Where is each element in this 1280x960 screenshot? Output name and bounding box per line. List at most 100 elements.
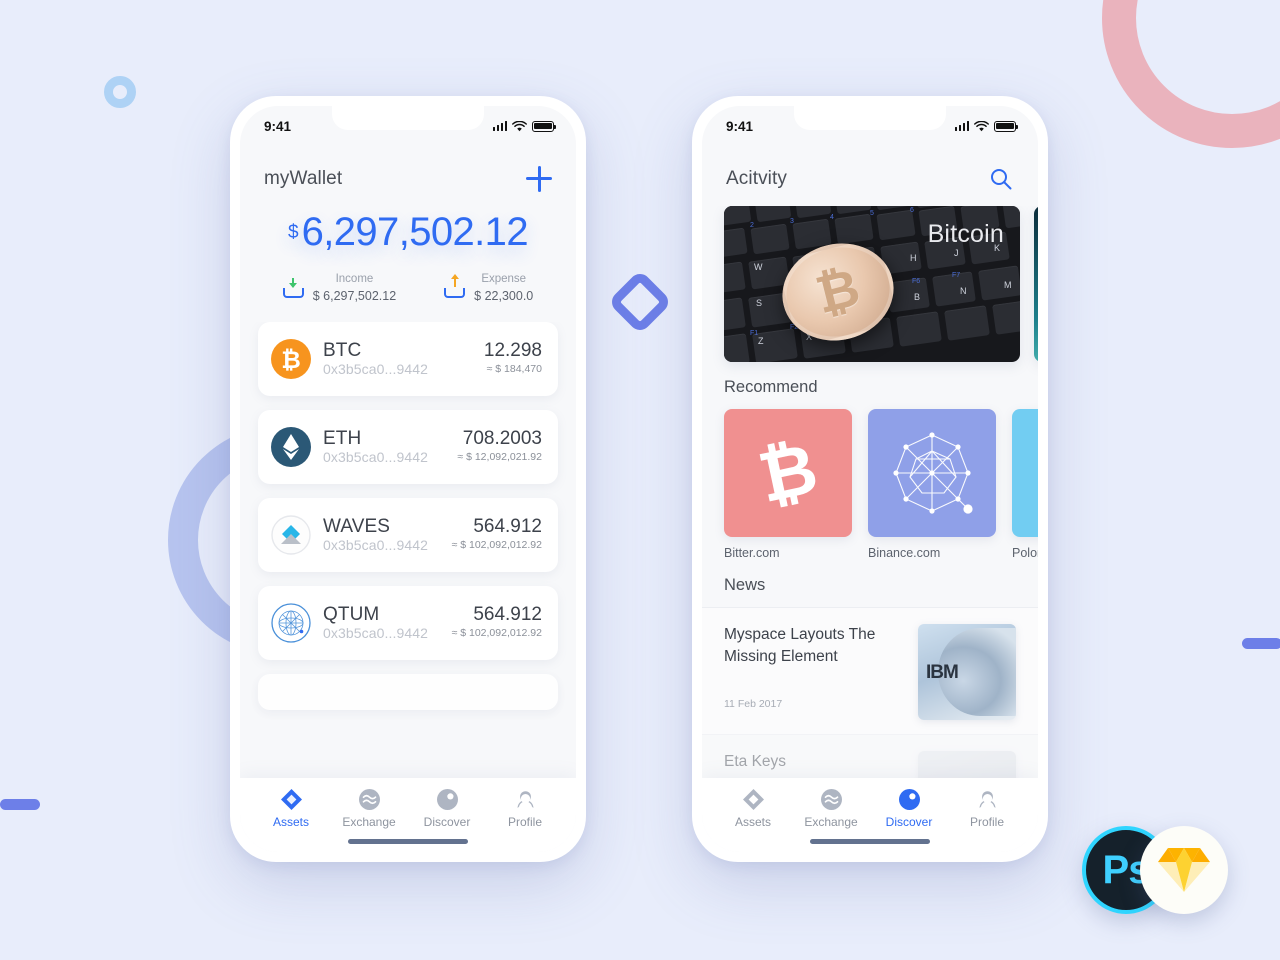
list-item[interactable]: Eta Keys xyxy=(702,734,1038,778)
table-row[interactable]: QTUM 0x3b5ca0...9442 564.912 ≈ $ 102,092… xyxy=(258,585,558,660)
asset-amount: 708.2003 xyxy=(462,428,542,450)
list-item[interactable]: Polonie xyxy=(1012,409,1038,560)
svg-text:₿: ₿ xyxy=(281,347,301,374)
income-tray-icon xyxy=(282,277,304,299)
tab-exchange[interactable]: Exchange xyxy=(792,788,870,829)
pink-ring-decoration xyxy=(1102,0,1280,148)
right-bar-decoration xyxy=(1242,638,1280,649)
status-bar: 9:41 xyxy=(240,106,576,146)
plus-icon[interactable] xyxy=(526,166,552,192)
eth-coin-icon xyxy=(271,426,311,467)
expense-summary: Expense $ 22,300.0 xyxy=(444,272,533,304)
asset-usd-value: ≈ $ 102,092,012.92 xyxy=(451,626,542,639)
recommend-list[interactable]: ₿ Bitter.com Binance.com Polo xyxy=(702,409,1038,560)
bottom-tab-bar: Assets Exchange Discover Profile xyxy=(702,778,1038,852)
banner-bitcoin[interactable]: W E S Z X H J K B N M 2 3 xyxy=(724,206,1020,362)
list-item[interactable]: ₿ Bitter.com xyxy=(724,409,852,560)
svg-text:₿: ₿ xyxy=(757,435,819,511)
tab-assets[interactable]: Assets xyxy=(252,788,330,829)
tab-assets[interactable]: Assets xyxy=(714,788,792,829)
discover-header: Acitvity xyxy=(702,146,1038,206)
tab-exchange[interactable]: Exchange xyxy=(330,788,408,829)
home-indicator[interactable] xyxy=(810,839,930,844)
table-row[interactable]: WAVES 0x3b5ca0...9442 564.912 ≈ $ 102,09… xyxy=(258,497,558,572)
binance-network-icon xyxy=(868,409,996,537)
phone-mockup-wallet: 9:41 myWallet $ 6,297,502.12 Income $ 6,… xyxy=(230,96,586,862)
news-title: Eta Keys xyxy=(724,753,787,770)
asset-symbol: WAVES xyxy=(323,516,391,538)
qtum-coin-icon xyxy=(271,603,311,643)
asset-list[interactable]: ₿ BTC 0x3b5ca0...9442 12.298 ≈ $ 184,470 xyxy=(240,321,576,778)
table-row-partial[interactable] xyxy=(258,673,558,710)
sketch-badge xyxy=(1140,826,1228,914)
recommend-name: Binance.com xyxy=(868,546,941,560)
page-title: Acitvity xyxy=(726,168,787,189)
asset-amount: 564.912 xyxy=(473,516,542,538)
tab-label: Assets xyxy=(272,815,309,829)
balance-section: $ 6,297,502.12 Income $ 6,297,502.12 Exp… xyxy=(240,206,576,322)
news-list[interactable]: Myspace Layouts The Missing Element 11 F… xyxy=(702,607,1038,778)
sketch-diamond-icon xyxy=(1158,848,1210,892)
profile-person-icon xyxy=(486,788,564,810)
discover-content[interactable]: W E S Z X H J K B N M 2 3 xyxy=(702,206,1038,778)
battery-icon xyxy=(994,120,1019,132)
tab-discover[interactable]: Discover xyxy=(408,788,486,829)
status-time: 9:41 xyxy=(264,118,292,134)
expense-value: $ 22,300.0 xyxy=(474,288,534,303)
assets-diamond-icon xyxy=(252,788,330,810)
banner-secondary[interactable] xyxy=(1034,206,1038,362)
banner-carousel[interactable]: W E S Z X H J K B N M 2 3 xyxy=(702,206,1038,362)
asset-amount: 12.298 xyxy=(483,340,542,362)
asset-symbol: BTC xyxy=(323,340,362,362)
tab-label: Discover xyxy=(423,815,471,829)
income-summary: Income $ 6,297,502.12 xyxy=(282,272,397,304)
diamond-outline-decoration xyxy=(607,269,673,335)
news-title: Myspace Layouts The Missing Element xyxy=(724,626,876,665)
signal-icon xyxy=(492,121,507,131)
assets-diamond-icon xyxy=(714,788,792,810)
status-bar: 9:41 xyxy=(702,106,1038,146)
battery-icon xyxy=(532,120,557,132)
signal-icon xyxy=(954,121,969,131)
bottom-tab-bar: Assets Exchange Discover Profile xyxy=(240,778,576,852)
canvas: 9:41 myWallet $ 6,297,502.12 Income $ 6,… xyxy=(0,0,1280,960)
poloniex-icon xyxy=(1012,409,1038,537)
phone-mockup-discover: 9:41 Acitvity W S Z X H J K B N M 2 3 4 … xyxy=(692,96,1048,862)
wifi-icon xyxy=(512,120,527,131)
tab-label: Exchange xyxy=(342,815,396,829)
wallet-screen: 9:41 myWallet $ 6,297,502.12 Income $ 6,… xyxy=(240,106,576,852)
status-time: 9:41 xyxy=(726,118,754,134)
income-value: $ 6,297,502.12 xyxy=(312,288,397,303)
search-icon[interactable] xyxy=(988,166,1014,192)
page-title: myWallet xyxy=(264,168,343,189)
asset-address: 0x3b5ca0...9442 xyxy=(323,361,429,378)
list-item[interactable]: Binance.com xyxy=(868,409,996,560)
recommend-section-title: Recommend xyxy=(724,378,818,396)
asset-address: 0x3b5ca0...9442 xyxy=(323,449,429,466)
list-item[interactable]: Myspace Layouts The Missing Element 11 F… xyxy=(702,607,1038,734)
tab-label: Exchange xyxy=(804,815,858,829)
small-circle-decoration xyxy=(104,76,136,108)
home-indicator[interactable] xyxy=(348,839,468,844)
news-section-title: News xyxy=(724,576,766,594)
balance-amount: 6,297,502.12 xyxy=(301,210,529,254)
asset-symbol: ETH xyxy=(323,428,362,450)
tab-label: Discover xyxy=(885,815,933,829)
profile-person-icon xyxy=(948,788,1026,810)
table-row[interactable]: ₿ BTC 0x3b5ca0...9442 12.298 ≈ $ 184,470 xyxy=(258,321,558,396)
left-bar-decoration xyxy=(0,799,40,810)
person-avatar-thumb xyxy=(918,751,1016,778)
discover-screen: 9:41 Acitvity W S Z X H J K B N M 2 3 4 … xyxy=(702,106,1038,852)
income-expense-row: Income $ 6,297,502.12 Expense $ 22,300.0 xyxy=(240,272,576,304)
table-row[interactable]: ETH 0x3b5ca0...9442 708.2003 ≈ $ 12,092,… xyxy=(258,409,558,484)
tab-label: Profile xyxy=(969,815,1004,829)
asset-address: 0x3b5ca0...9442 xyxy=(323,537,429,554)
expense-tray-icon xyxy=(444,274,466,299)
asset-usd-value: ≈ $ 12,092,021.92 xyxy=(457,450,542,463)
asset-amount: 564.912 xyxy=(473,604,542,626)
tab-profile[interactable]: Profile xyxy=(948,788,1026,829)
status-icons xyxy=(492,120,557,132)
asset-usd-value: ≈ $ 184,470 xyxy=(486,362,542,375)
tab-discover[interactable]: Discover xyxy=(870,788,948,829)
tab-profile[interactable]: Profile xyxy=(486,788,564,829)
